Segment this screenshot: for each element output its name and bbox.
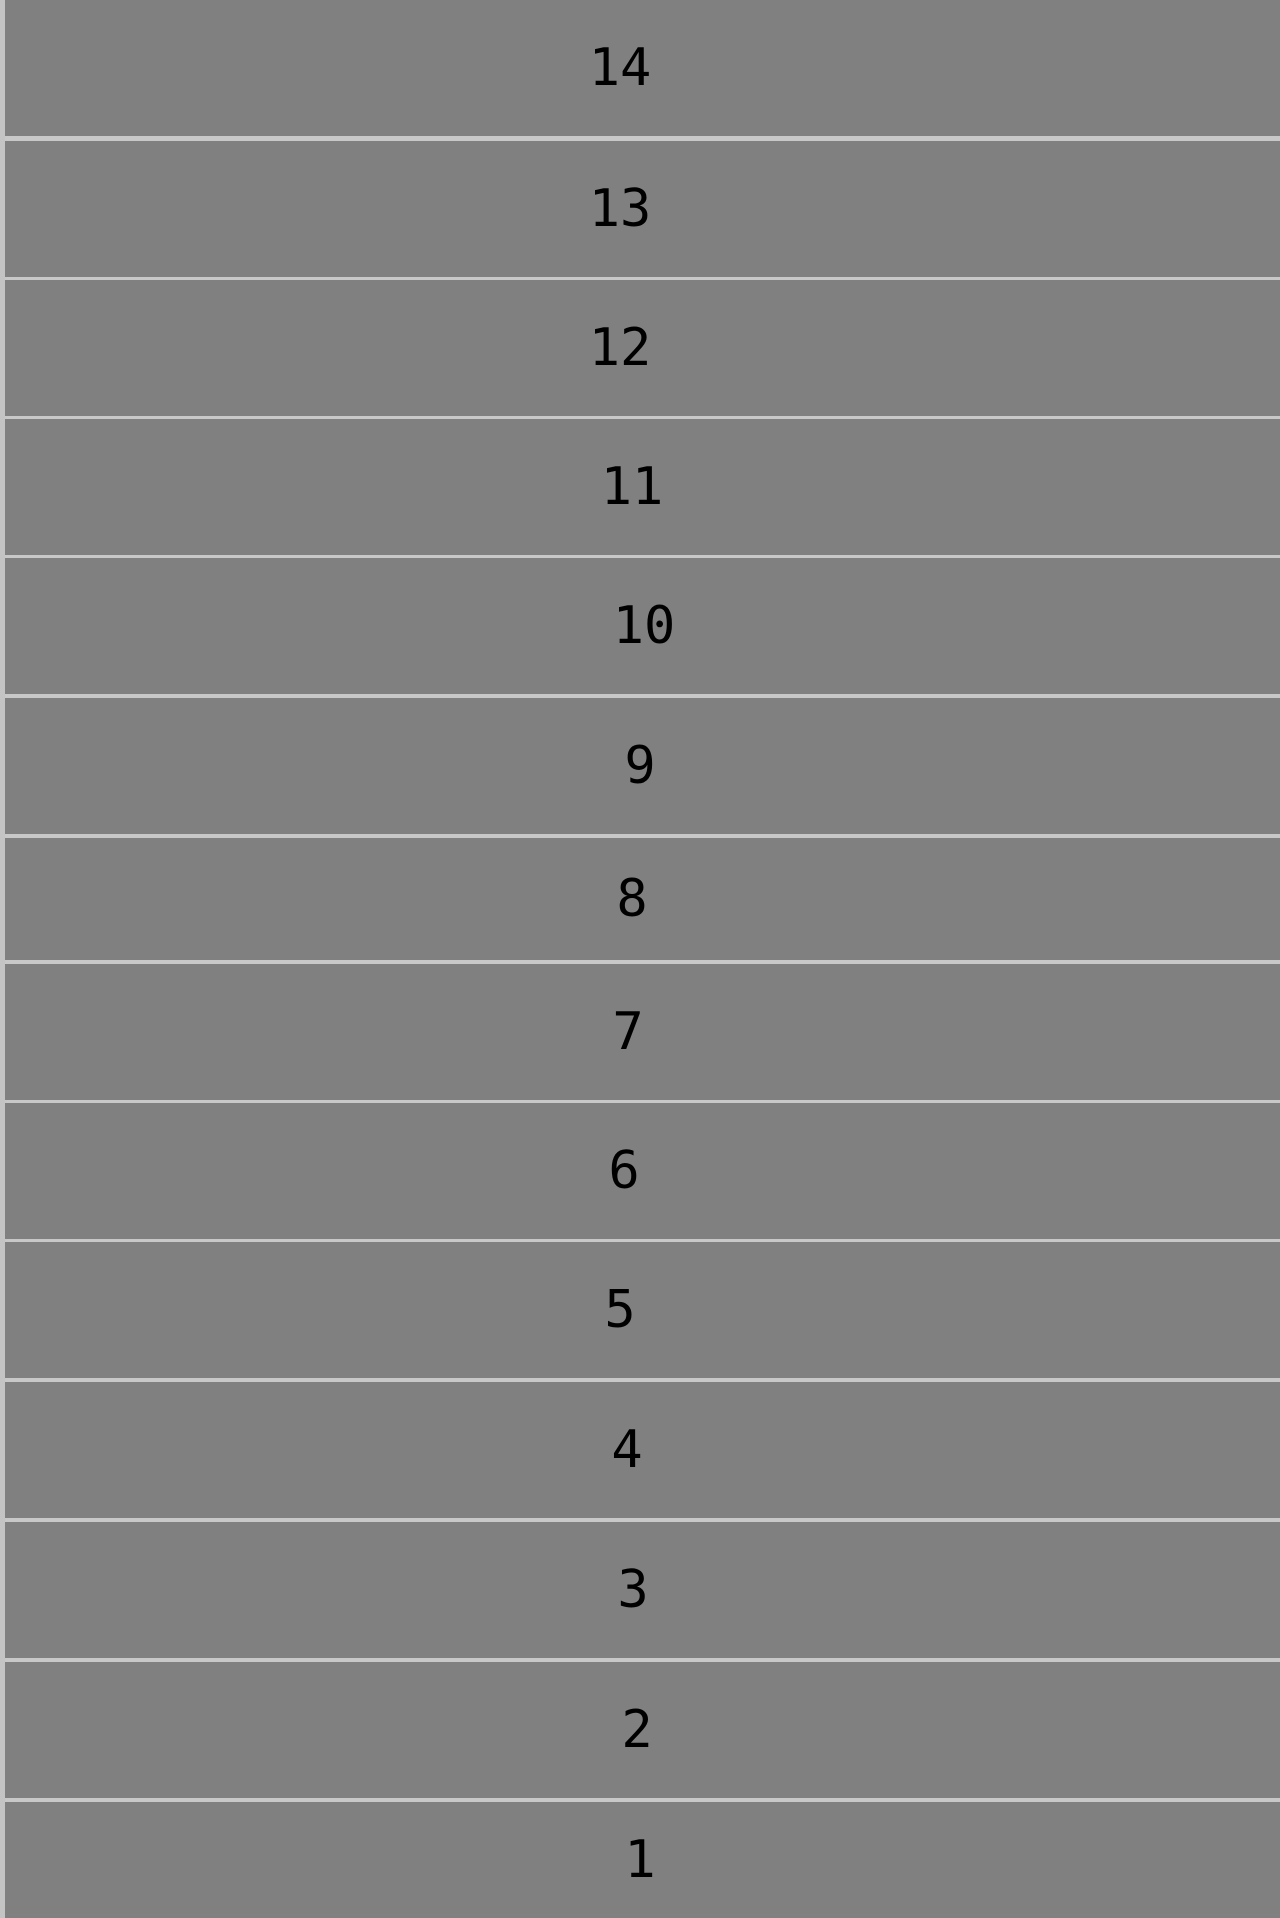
floor-label: 7 <box>612 1002 644 1062</box>
floor-label: 13 <box>588 179 652 239</box>
floor-label: 11 <box>600 457 664 517</box>
floor-button-9[interactable]: 9 <box>5 698 1280 834</box>
floor-button-6[interactable]: 6 <box>5 1103 1280 1239</box>
floor-button-10[interactable]: 10 <box>5 558 1280 694</box>
floor-button-5[interactable]: 5 <box>5 1242 1280 1378</box>
floor-button-13[interactable]: 13 <box>5 141 1280 277</box>
floor-button-14[interactable]: 14 <box>5 0 1280 136</box>
floor-label: 3 <box>617 1560 649 1620</box>
floor-label: 14 <box>588 38 652 98</box>
floor-label: 1 <box>624 1830 656 1890</box>
floor-label: 12 <box>588 318 652 378</box>
floor-button-12[interactable]: 12 <box>5 280 1280 416</box>
floor-label: 5 <box>604 1280 636 1340</box>
floor-button-7[interactable]: 7 <box>5 964 1280 1100</box>
floor-button-8[interactable]: 8 <box>5 838 1280 960</box>
floor-label: 6 <box>608 1141 640 1201</box>
floor-label: 4 <box>611 1420 643 1480</box>
floor-label: 2 <box>621 1700 653 1760</box>
floor-button-11[interactable]: 11 <box>5 419 1280 555</box>
floor-button-1[interactable]: 1 <box>5 1802 1280 1918</box>
floor-button-3[interactable]: 3 <box>5 1522 1280 1658</box>
floor-label: 9 <box>624 736 656 796</box>
floor-button-list: 14 13 12 11 10 9 8 7 6 5 4 3 2 1 <box>5 0 1280 1918</box>
floor-button-4[interactable]: 4 <box>5 1382 1280 1518</box>
floor-label: 10 <box>612 596 676 656</box>
floor-label: 8 <box>616 869 648 929</box>
floor-button-2[interactable]: 2 <box>5 1662 1280 1798</box>
